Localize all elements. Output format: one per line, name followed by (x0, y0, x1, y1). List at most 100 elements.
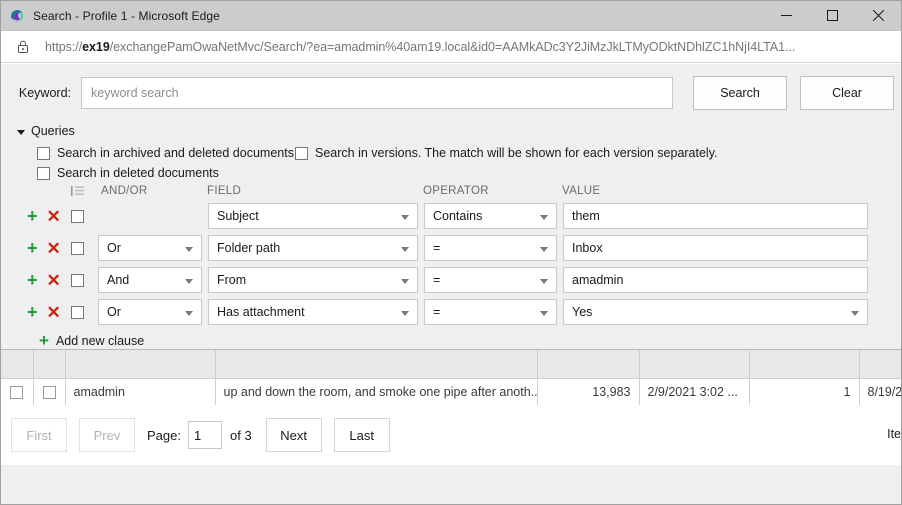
chevron-down-icon (17, 130, 25, 135)
andor-column-header: AND/OR (95, 185, 205, 197)
operator-select[interactable]: = (424, 267, 557, 293)
operator-select[interactable]: = (424, 299, 557, 325)
minimize-button[interactable] (763, 1, 809, 31)
operator-select[interactable]: = (424, 235, 557, 261)
field-column-header: FIELD (205, 185, 421, 197)
keyword-label: Keyword: (1, 86, 81, 100)
row-select-checkbox[interactable] (1, 378, 33, 405)
add-new-clause-link[interactable]: + Add new clause (39, 332, 901, 349)
value-input[interactable]: Inbox (563, 235, 868, 261)
page-label: Page: (147, 428, 181, 443)
plus-icon: + (39, 332, 49, 349)
table-row[interactable]: amadmin up and down the room, and smoke … (1, 378, 901, 405)
plus-icon[interactable]: + (27, 239, 38, 257)
checkbox-box[interactable] (295, 147, 308, 160)
cell-date-1: 2/9/2021 3:02 ... (639, 378, 749, 405)
field-select[interactable]: Folder path (208, 235, 418, 261)
remove-x-icon[interactable]: ✕ (47, 208, 61, 225)
checkbox-box[interactable] (37, 167, 50, 180)
items-count-label: Ite (887, 427, 901, 441)
cell-size: 13,983 (537, 378, 639, 405)
checkbox-box[interactable] (71, 274, 84, 287)
andor-select[interactable]: Or (98, 299, 202, 325)
search-button[interactable]: Search (693, 76, 787, 110)
url-text: https://ex19/exchangePamOwaNetMvc/Search… (45, 40, 795, 54)
queries-label: Queries (31, 124, 75, 138)
address-bar[interactable]: https://ex19/exchangePamOwaNetMvc/Search… (1, 31, 901, 63)
row-flag-checkbox[interactable] (33, 378, 65, 405)
page-total-label: of 3 (230, 428, 252, 443)
value-select[interactable]: Yes (563, 299, 868, 325)
cell-subject: up and down the room, and smoke one pipe… (215, 378, 537, 405)
plus-icon[interactable]: + (27, 303, 38, 321)
remove-x-icon[interactable]: ✕ (47, 304, 61, 321)
cell-date-2: 8/19/2021 4:10... (859, 378, 901, 405)
window-title: Search - Profile 1 - Microsoft Edge (33, 9, 220, 23)
row-actions: + ✕ (1, 303, 71, 321)
checkbox-box[interactable] (71, 306, 84, 319)
checkbox-box[interactable] (10, 386, 23, 399)
checkbox-search-archived-deleted[interactable]: Search in archived and deleted documents (37, 146, 294, 160)
row-checkbox[interactable] (71, 274, 95, 287)
value-column-header: VALUE (560, 185, 901, 197)
checkbox-search-versions[interactable]: Search in versions. The match will be sh… (295, 146, 718, 160)
results-table: amadmin up and down the room, and smoke … (1, 350, 901, 405)
checkbox-box[interactable] (37, 147, 50, 160)
cell-count: 1 (749, 378, 859, 405)
row-checkbox[interactable] (71, 210, 95, 223)
operator-select[interactable]: Contains (424, 203, 557, 229)
browser-window: Search - Profile 1 - Microsoft Edge http… (0, 0, 902, 505)
close-button[interactable] (855, 1, 901, 31)
value-input[interactable]: them (563, 203, 868, 229)
plus-icon[interactable]: + (27, 207, 38, 225)
add-new-clause-label: Add new clause (56, 334, 144, 348)
pagination-bar: First Prev Page: of 3 Next Last Ite (1, 405, 901, 465)
clear-button[interactable]: Clear (800, 76, 894, 110)
query-builder: AND/OR FIELD OPERATOR VALUE + ✕ Subject … (1, 182, 901, 349)
andor-select[interactable]: Or (98, 235, 202, 261)
last-page-button[interactable]: Last (334, 418, 390, 452)
page-number-input[interactable] (188, 421, 222, 449)
cell-sender: amadmin (65, 378, 215, 405)
field-select[interactable]: Has attachment (208, 299, 418, 325)
operator-column-header: OPERATOR (421, 185, 560, 197)
title-bar: Search - Profile 1 - Microsoft Edge (1, 1, 901, 31)
checkbox-box[interactable] (71, 210, 84, 223)
query-column-headers: AND/OR FIELD OPERATOR VALUE (1, 182, 901, 200)
query-row: + ✕ Subject Contains them (1, 200, 901, 232)
plus-icon[interactable]: + (27, 271, 38, 289)
row-checkbox[interactable] (71, 306, 95, 319)
results-table-container[interactable]: amadmin up and down the room, and smoke … (1, 349, 901, 405)
list-icon[interactable] (71, 185, 95, 197)
row-actions: + ✕ (1, 207, 71, 225)
checkbox-box[interactable] (71, 242, 84, 255)
checkbox-search-deleted[interactable]: Search in deleted documents (37, 166, 219, 180)
remove-x-icon[interactable]: ✕ (47, 272, 61, 289)
queries-section-header[interactable]: Queries (17, 124, 75, 138)
query-row: + ✕ Or Has attachment = Yes (1, 296, 901, 328)
row-actions: + ✕ (1, 239, 71, 257)
maximize-button[interactable] (809, 1, 855, 31)
checkbox-box[interactable] (43, 386, 56, 399)
keyword-input[interactable] (81, 77, 673, 109)
value-input[interactable]: amadmin (563, 267, 868, 293)
field-select[interactable]: Subject (208, 203, 418, 229)
keyword-row: Keyword: Search Clear (1, 75, 901, 111)
next-page-button[interactable]: Next (266, 418, 322, 452)
field-select[interactable]: From (208, 267, 418, 293)
row-checkbox[interactable] (71, 242, 95, 255)
checkbox-label: Search in deleted documents (57, 166, 219, 180)
query-row: + ✕ Or Folder path = Inbox (1, 232, 901, 264)
andor-select[interactable]: And (98, 267, 202, 293)
lock-icon (9, 39, 37, 55)
row-actions: + ✕ (1, 271, 71, 289)
remove-x-icon[interactable]: ✕ (47, 240, 61, 257)
checkbox-label: Search in archived and deleted documents (57, 146, 294, 160)
page-content: Keyword: Search Clear Queries Search in … (1, 64, 901, 505)
checkbox-label: Search in versions. The match will be sh… (315, 146, 718, 160)
prev-page-button[interactable]: Prev (79, 418, 135, 452)
window-controls (763, 1, 901, 31)
edge-logo-icon (9, 8, 25, 24)
table-header-strip (1, 350, 901, 378)
first-page-button[interactable]: First (11, 418, 67, 452)
